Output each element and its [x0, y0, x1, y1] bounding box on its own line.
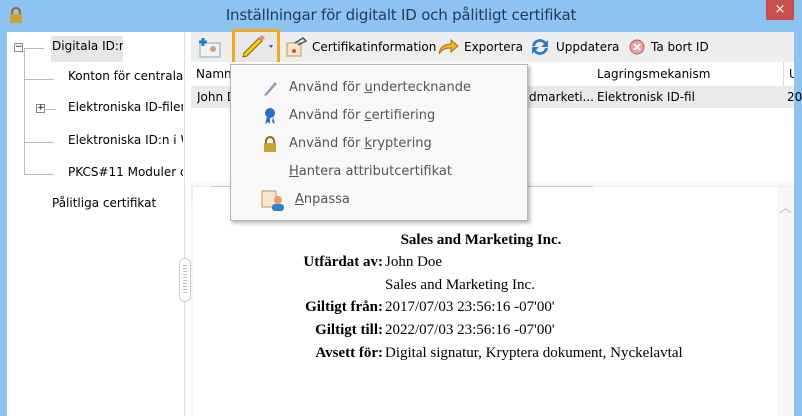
column-header-u[interactable]: U: [784, 62, 794, 86]
expand-icon[interactable]: +: [36, 104, 45, 113]
detail-value: 2022/07/03 23:56:16 -07'00': [385, 322, 555, 338]
cell-storage: Elektronisk ID-fil: [597, 90, 695, 104]
title-bar: Inställningar för digitalt ID och pålitl…: [0, 0, 802, 32]
tree-item-digital-ids[interactable]: Digitala ID:n: [51, 36, 123, 62]
add-id-icon: [199, 38, 221, 58]
export-button[interactable]: Exportera: [437, 36, 523, 58]
menu-item-certifying[interactable]: Använd för certifiering: [231, 102, 527, 129]
column-header-storage[interactable]: Lagringsmekanism: [592, 62, 784, 86]
add-id-button[interactable]: [197, 36, 221, 58]
detail-value: Digital signatur, Kryptera dokument, Nyc…: [385, 345, 683, 361]
column-header-name[interactable]: Namn: [191, 62, 231, 86]
sign-dropdown-menu: Använd för undertecknande Använd för cer…: [230, 64, 528, 221]
scroll-up-icon[interactable]: ︿: [777, 197, 794, 216]
refresh-label: Uppdatera: [556, 40, 620, 54]
detail-value: John Doe: [385, 254, 443, 270]
splitter-handle[interactable]: [179, 258, 191, 302]
refresh-icon: [532, 39, 548, 55]
certificate-info-label: Certifikatinformation: [312, 40, 437, 54]
certificate-info-button[interactable]: Certifikatinformation: [285, 36, 436, 58]
refresh-button[interactable]: Uppdatera: [529, 36, 619, 58]
detail-label: Avsett för:: [315, 345, 383, 361]
tree-item-windows-ids[interactable]: Elektroniska ID:n i Wi: [68, 133, 183, 147]
tree-item-trusted-certs[interactable]: Pålitliga certifikat: [52, 196, 156, 210]
sign-dropdown-button[interactable]: [232, 29, 280, 65]
cell-issuer: dmarketi...: [529, 90, 594, 104]
ribbon-icon: [265, 107, 275, 124]
menu-item-customize[interactable]: Anpassa: [231, 186, 527, 213]
close-button[interactable]: ×: [766, 0, 794, 20]
export-arrow-icon: [438, 38, 459, 55]
tree-item-pkcs11[interactable]: PKCS#11 Moduler oc: [68, 165, 183, 179]
customize-icon: [261, 190, 284, 211]
pen-icon: [264, 81, 277, 96]
menu-item-attribute-certs[interactable]: Hantera attributcertifikat: [231, 158, 527, 185]
vertical-scrollbar[interactable]: ︿: [777, 187, 794, 416]
detail-value: Sales and Marketing Inc.: [385, 277, 535, 293]
pencil-icon: [242, 35, 273, 58]
tree-item-central-accounts[interactable]: Konton för centrala I: [68, 69, 183, 83]
menu-item-signing[interactable]: Använd för undertecknande: [231, 74, 527, 101]
tree-item-id-files[interactable]: Elektroniska ID-filer: [68, 100, 183, 114]
export-label: Exportera: [464, 40, 523, 54]
cell-date: 20: [787, 90, 802, 104]
menu-item-encryption[interactable]: Använd för kryptering: [231, 130, 527, 157]
tree-panel: − Digitala ID:n Konton för centrala I + …: [7, 32, 185, 416]
certificate-icon: [286, 37, 307, 57]
lock-icon: [264, 135, 276, 152]
certificate-details: Sales and Marketing Inc. Utfärdat av: Joh…: [193, 187, 777, 416]
detail-label: Utfärdat av:: [303, 254, 383, 270]
remove-id-label: Ta bort ID: [651, 40, 709, 54]
toolbar: Certifikatinformation Exportera Uppdater…: [191, 29, 794, 65]
detail-value: 2017/07/03 23:56:16 -07'00': [385, 299, 555, 315]
remove-icon: [629, 39, 645, 55]
remove-id-button[interactable]: Ta bort ID: [628, 36, 709, 58]
detail-organization: Sales and Marketing Inc.: [400, 232, 562, 248]
collapse-icon[interactable]: −: [14, 43, 23, 52]
detail-label: Giltigt från:: [305, 299, 383, 315]
window-title: Inställningar för digitalt ID och pålitl…: [225, 6, 577, 24]
detail-label: Giltigt till:: [315, 322, 383, 338]
